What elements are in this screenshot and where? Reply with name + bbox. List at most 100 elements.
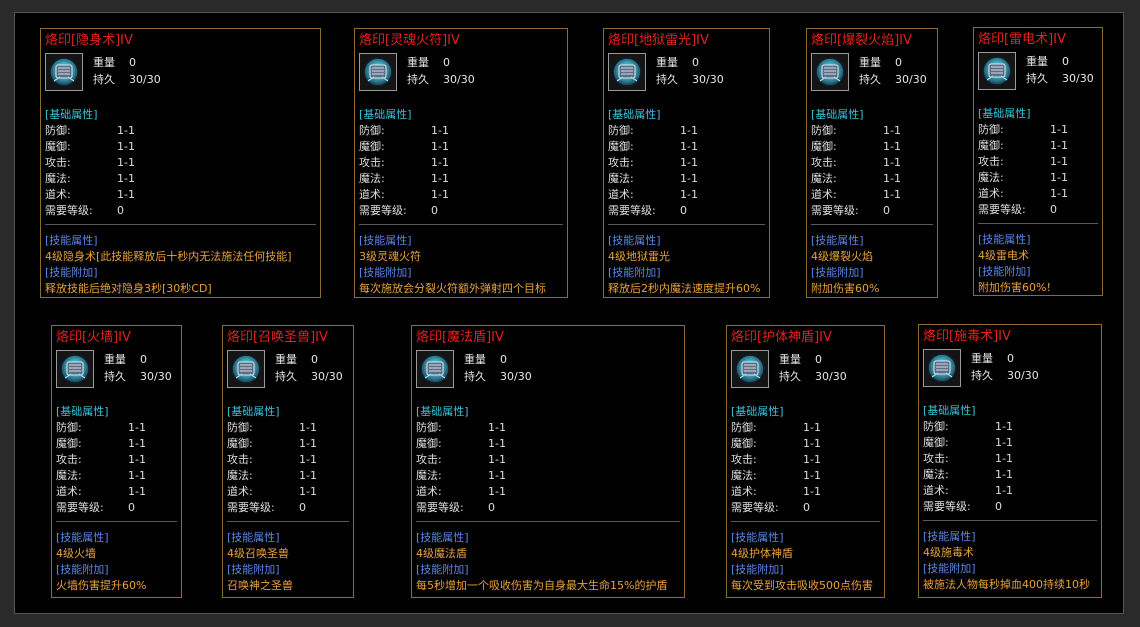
attr-row: 攻击: 1-1 [227,453,427,467]
attr-name: 魔御: [731,437,757,450]
skill-extra-header: [技能附加] [45,266,98,279]
attr-row: 魔御: 1-1 [978,139,1140,153]
attr-row: 需要等级: 0 [923,500,1123,514]
attr-name: 需要等级: [227,501,275,514]
attr-value: 1-1 [680,124,698,137]
item-slot[interactable] [416,350,454,388]
weight-label: 重量 [1026,55,1048,68]
card-title: 烙印[施毒术]IV [923,329,1011,344]
card-title: 烙印[地狱雷光]IV [608,33,709,48]
weight-value: 0 [129,56,136,69]
weight-label: 重量 [464,353,486,366]
attr-value: 1-1 [803,437,821,450]
divider [978,223,1098,224]
skill-extra-text: 附加伤害60%! [978,281,1051,294]
item-card-guardian-shield: 烙印[护体神盾]IV 重量 0 持久 30/30 [基础属性] [技能属性] 4… [726,325,885,598]
skill-extra-header: [技能附加] [608,266,661,279]
skill-attrs-header: [技能属性] [978,233,1031,246]
attr-name: 需要等级: [56,501,104,514]
attr-value: 1-1 [488,421,506,434]
attr-name: 防御: [56,421,82,434]
divider [56,521,177,522]
attr-value: 1-1 [1050,155,1068,168]
weight-value: 0 [815,353,822,366]
brand-seal-gem-icon [812,54,848,90]
skill-attrs-header: [技能属性] [923,530,976,543]
basic-attrs-header: [基础属性] [923,404,976,417]
weight-label: 重量 [971,352,993,365]
weight-value: 0 [692,56,699,69]
attr-value: 1-1 [995,452,1013,465]
item-slot[interactable] [811,53,849,91]
item-slot[interactable] [978,52,1016,90]
item-slot[interactable] [45,53,83,91]
item-slot[interactable] [731,350,769,388]
card-title: 烙印[护体神盾]IV [731,330,832,345]
attr-name: 防御: [416,421,442,434]
skill-attr-text: 3级灵魂火符 [359,250,421,263]
attr-name: 攻击: [811,156,837,169]
item-card-summon-beast: 烙印[召唤圣兽]IV 重量 0 持久 30/30 [基础属性] [技能属性] 4… [222,325,354,598]
attr-row: 魔御: 1-1 [45,140,245,154]
skill-extra-header: [技能附加] [811,266,864,279]
attr-name: 魔御: [608,140,634,153]
attr-value: 1-1 [883,140,901,153]
attr-row: 道术: 1-1 [416,485,616,499]
attr-value: 1-1 [117,188,135,201]
item-slot[interactable] [923,349,961,387]
card-title: 烙印[魔法盾]IV [416,330,504,345]
attr-row: 攻击: 1-1 [608,156,808,170]
attr-row: 魔法: 1-1 [45,172,245,186]
attr-value: 1-1 [431,172,449,185]
attr-name: 道术: [416,485,442,498]
durability-label: 持久 [1026,72,1048,85]
attr-name: 魔御: [978,139,1004,152]
weight-value: 0 [1062,55,1069,68]
card-title: 烙印[召唤圣兽]IV [227,330,328,345]
attr-row: 防御: 1-1 [45,124,245,138]
item-slot[interactable] [608,53,646,91]
attr-value: 0 [803,501,810,514]
item-slot[interactable] [227,350,265,388]
attr-value: 1-1 [299,421,317,434]
attr-value: 1-1 [431,156,449,169]
attr-name: 魔御: [359,140,385,153]
attr-row: 防御: 1-1 [227,421,427,435]
attr-name: 道术: [731,485,757,498]
basic-attrs-header: [基础属性] [811,108,864,121]
item-slot[interactable] [359,53,397,91]
attr-value: 1-1 [128,421,146,434]
attr-row: 防御: 1-1 [416,421,616,435]
item-card-firewall: 烙印[火墙]IV 重量 0 持久 30/30 [基础属性] [技能属性] 4级火… [51,325,182,598]
attr-row: 魔御: 1-1 [731,437,931,451]
attr-row: 防御: 1-1 [608,124,808,138]
attr-name: 防御: [227,421,253,434]
durability-label: 持久 [971,369,993,382]
attr-name: 魔御: [416,437,442,450]
attr-value: 0 [488,501,495,514]
weight-value: 0 [443,56,450,69]
attr-name: 攻击: [227,453,253,466]
skill-attrs-header: [技能属性] [227,531,280,544]
brand-seal-gem-icon [609,54,645,90]
skill-attr-text: 4级魔法盾 [416,547,467,560]
weight-label: 重量 [656,56,678,69]
attr-name: 防御: [359,124,385,137]
attr-name: 道术: [923,484,949,497]
attr-row: 需要等级: 0 [608,204,808,218]
attr-name: 魔法: [227,469,253,482]
attr-value: 1-1 [431,188,449,201]
item-slot[interactable] [56,350,94,388]
attr-name: 魔法: [923,468,949,481]
attr-value: 1-1 [488,437,506,450]
attr-value: 1-1 [431,124,449,137]
attr-name: 道术: [227,485,253,498]
skill-attr-text: 4级隐身术[此技能释放后十秒内无法施法任何技能] [45,250,292,263]
skill-extra-header: [技能附加] [923,562,976,575]
attr-value: 1-1 [128,437,146,450]
durability-value: 30/30 [129,73,161,86]
attr-name: 攻击: [731,453,757,466]
attr-row: 道术: 1-1 [978,187,1140,201]
card-title: 烙印[隐身术]IV [45,33,133,48]
attr-name: 攻击: [45,156,71,169]
